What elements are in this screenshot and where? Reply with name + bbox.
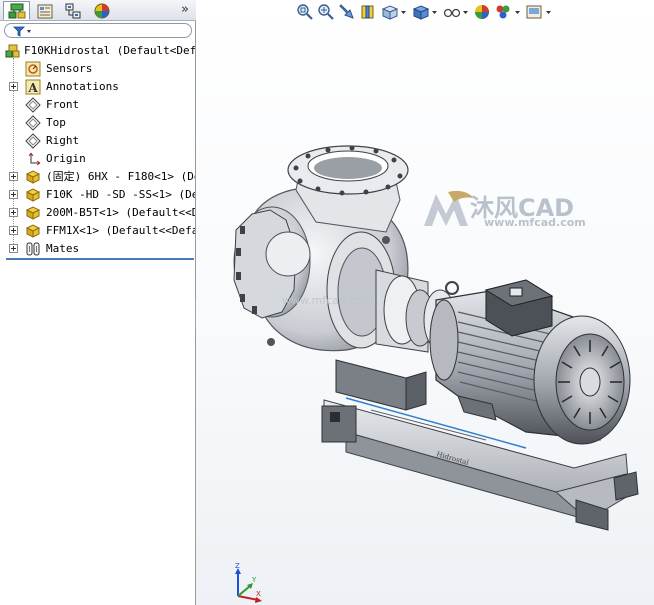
plane-icon bbox=[25, 115, 41, 131]
expand-panel-button[interactable]: » bbox=[176, 1, 194, 19]
property-manager-icon bbox=[37, 4, 52, 18]
tree-filter-input[interactable] bbox=[4, 23, 192, 38]
tree-item-top-plane[interactable]: Top bbox=[0, 114, 195, 132]
electric-motor bbox=[429, 279, 631, 445]
tree-item-label: F10K -HD -SD -SS<1> (Def bbox=[46, 188, 195, 201]
plane-icon bbox=[25, 133, 41, 149]
expand-toggle[interactable] bbox=[9, 244, 18, 253]
tree-item-right-plane[interactable]: Right bbox=[0, 132, 195, 150]
feature-manager-panel: » F10KHidrostal (Default<Defa Sensors A … bbox=[0, 0, 196, 605]
tree-item-label: Mates bbox=[46, 242, 80, 255]
graphics-area[interactable]: Hidrostal 沐风CAD www.mfcad.com www.mfcad.… bbox=[196, 0, 654, 605]
triad-y-label: Y bbox=[251, 576, 257, 584]
svg-text:A: A bbox=[27, 81, 38, 95]
watermark-overlay-text: www.mfcad.com bbox=[282, 294, 373, 307]
tree-item-label: Front bbox=[46, 98, 80, 111]
feature-tree-icon bbox=[8, 3, 25, 18]
configuration-manager-icon bbox=[65, 3, 80, 18]
tree-root-label: F10KHidrostal (Default<Defa bbox=[24, 44, 195, 57]
part-icon bbox=[25, 188, 41, 202]
bearing-pedestal bbox=[335, 359, 427, 411]
tab-configuration-manager[interactable] bbox=[59, 1, 86, 20]
annotations-icon: A bbox=[25, 79, 41, 95]
triad-z-label: Z bbox=[235, 562, 240, 570]
part-icon bbox=[25, 224, 41, 238]
part-icon bbox=[25, 206, 41, 220]
tree-item-label: Right bbox=[46, 134, 80, 147]
tree-item-label: Sensors bbox=[46, 62, 93, 75]
tree-item-component-200m[interactable]: 200M-B5T<1> (Default<<De bbox=[0, 204, 195, 222]
tab-property-manager[interactable] bbox=[31, 1, 58, 20]
assembly-icon bbox=[5, 44, 20, 58]
expand-toggle[interactable] bbox=[9, 172, 18, 181]
mates-icon bbox=[26, 242, 40, 256]
tree-item-origin[interactable]: Origin bbox=[0, 150, 195, 168]
expand-toggle[interactable] bbox=[9, 208, 18, 217]
watermark-url-text: www.mfcad.com bbox=[484, 216, 586, 229]
tree-item-label: Annotations bbox=[46, 80, 119, 93]
tree-item-label: FFM1X<1> (Default<<Defau bbox=[46, 224, 195, 237]
triad-x-label: X bbox=[256, 590, 261, 598]
tree-item-mates[interactable]: Mates bbox=[0, 240, 195, 258]
tree-item-label: 200M-B5T<1> (Default<<De bbox=[46, 206, 195, 219]
tab-feature-manager[interactable] bbox=[3, 1, 30, 20]
expand-toggle[interactable] bbox=[9, 190, 18, 199]
display-manager-icon bbox=[94, 3, 109, 18]
expand-toggle[interactable] bbox=[9, 82, 18, 91]
sensors-icon bbox=[25, 61, 41, 77]
origin-icon bbox=[28, 152, 41, 166]
expand-toggle[interactable] bbox=[9, 226, 18, 235]
tree-item-component-f10k[interactable]: F10K -HD -SD -SS<1> (Def bbox=[0, 186, 195, 204]
part-icon bbox=[25, 170, 41, 184]
tree-item-label: Origin bbox=[46, 152, 86, 165]
tree-item-annotations[interactable]: A Annotations bbox=[0, 78, 195, 96]
pump-assembly-model[interactable]: Hidrostal bbox=[196, 0, 654, 605]
feature-tree: F10KHidrostal (Default<Defa Sensors A An… bbox=[0, 40, 195, 260]
panel-tab-bar: » bbox=[0, 0, 196, 21]
tree-item-label: Top bbox=[46, 116, 66, 129]
tree-rollback-bar[interactable] bbox=[6, 258, 194, 260]
tree-item-component-6hx[interactable]: (固定) 6HX - F180<1> (De bbox=[0, 168, 195, 186]
filter-icon bbox=[13, 26, 31, 37]
tree-item-component-ffm1x[interactable]: FFM1X<1> (Default<<Defau bbox=[0, 222, 195, 240]
tab-display-manager[interactable] bbox=[88, 1, 115, 20]
tree-item-label: (固定) 6HX - F180<1> (De bbox=[46, 170, 195, 183]
tree-item-sensors[interactable]: Sensors bbox=[0, 60, 195, 78]
coordinate-triad: Z Y X bbox=[235, 562, 262, 603]
plane-icon bbox=[25, 97, 41, 113]
tree-root-assembly[interactable]: F10KHidrostal (Default<Defa bbox=[0, 42, 195, 60]
tree-item-front-plane[interactable]: Front bbox=[0, 96, 195, 114]
